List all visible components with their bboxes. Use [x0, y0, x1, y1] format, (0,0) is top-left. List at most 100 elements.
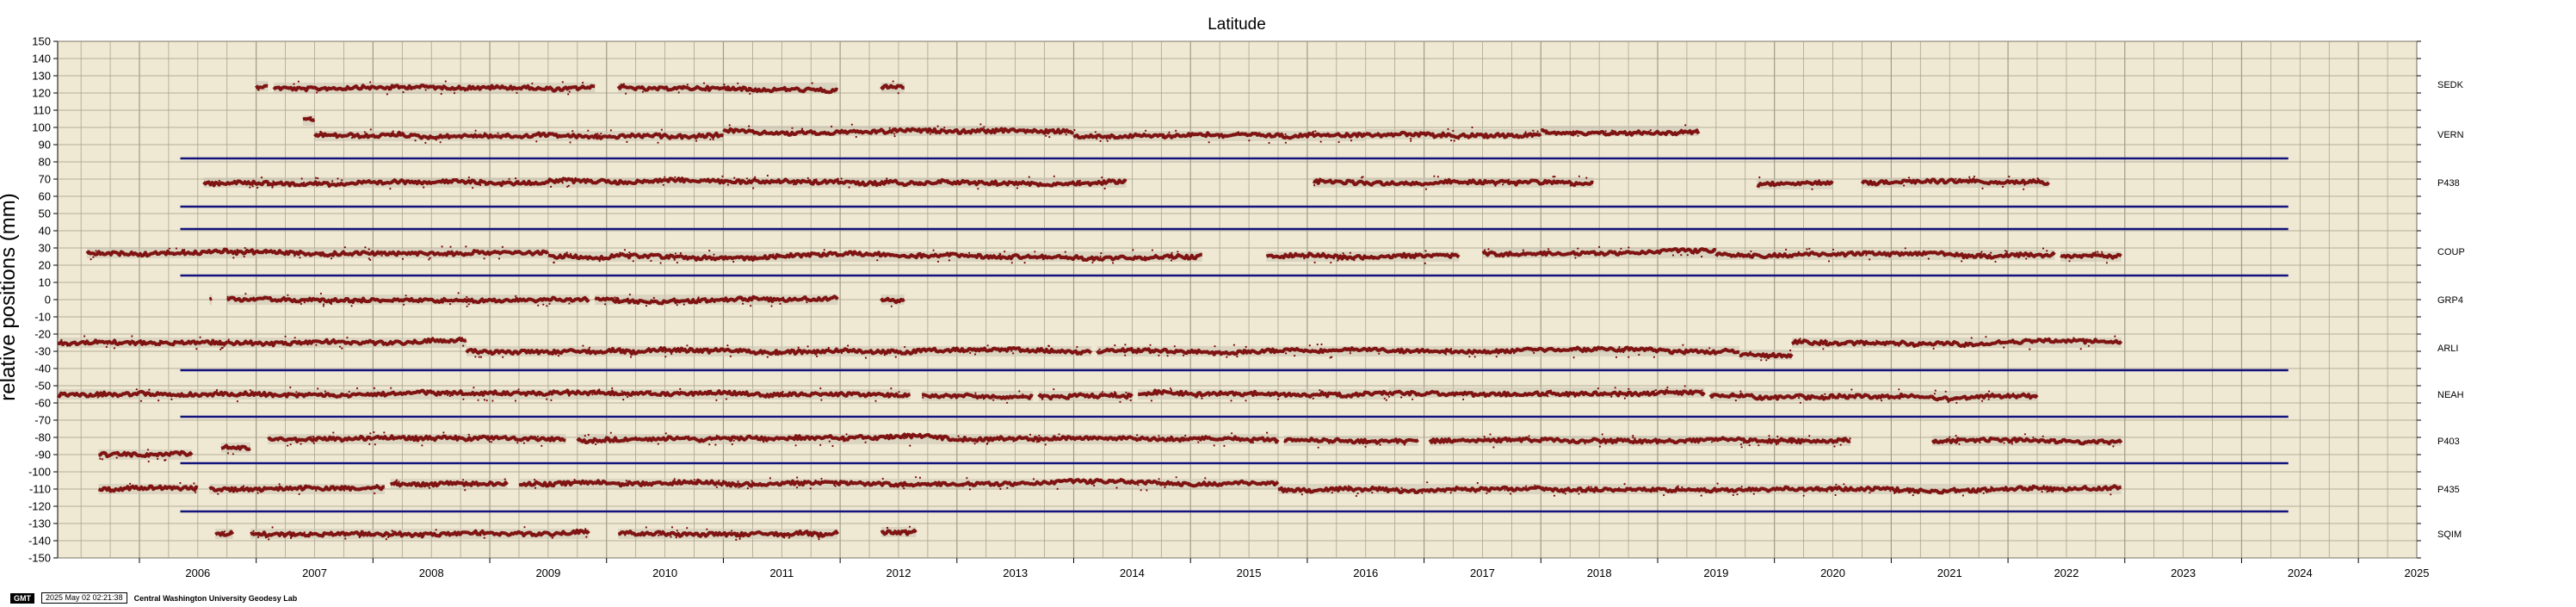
- data-point: [1839, 443, 1842, 446]
- data-point: [818, 538, 820, 541]
- data-point: [411, 181, 414, 183]
- data-point: [1982, 492, 1985, 495]
- data-point: [1822, 348, 1825, 350]
- data-point: [350, 182, 353, 184]
- data-point: [483, 399, 486, 401]
- data-point: [652, 254, 654, 257]
- data-trace: [880, 84, 905, 90]
- data-point: [403, 303, 405, 306]
- data-point: [679, 252, 683, 255]
- data-point: [1793, 342, 1795, 344]
- data-point: [1364, 445, 1367, 448]
- data-point: [608, 441, 612, 443]
- data-point: [95, 250, 97, 252]
- data-point: [1053, 175, 1055, 177]
- data-point: [374, 86, 376, 89]
- data-point: [217, 492, 219, 495]
- data-point: [834, 485, 837, 487]
- data-point: [1170, 259, 1173, 262]
- data-point: [1651, 391, 1654, 393]
- data-point: [319, 292, 322, 295]
- data-point: [1632, 435, 1634, 437]
- data-point: [1628, 387, 1630, 390]
- data-point: [565, 251, 568, 254]
- data-point: [1869, 492, 1871, 494]
- data-point: [146, 449, 150, 451]
- data-point: [903, 437, 905, 440]
- data-point: [2067, 486, 2070, 489]
- data-point: [992, 399, 995, 401]
- data-point: [1524, 131, 1527, 133]
- data-point: [1436, 255, 1439, 257]
- data-point: [2068, 260, 2071, 263]
- data-point: [818, 480, 820, 483]
- data-point: [1390, 439, 1393, 442]
- y-tick-label: 130: [32, 70, 51, 83]
- data-point: [1346, 348, 1349, 350]
- chart: Latitude relative positions (mm) 150 140 1…: [0, 15, 2465, 579]
- x-tick-label: 2022: [2054, 567, 2079, 579]
- data-point: [368, 248, 370, 251]
- data-point: [546, 398, 548, 400]
- data-point: [2046, 491, 2048, 493]
- x-tick-label: 2009: [535, 567, 560, 579]
- data-point: [358, 536, 361, 539]
- data-point: [369, 432, 372, 435]
- data-point: [752, 187, 755, 189]
- data-point: [908, 525, 911, 528]
- data-point: [969, 351, 972, 354]
- data-point: [385, 538, 387, 541]
- data-point: [1736, 493, 1739, 496]
- data-point: [806, 177, 809, 179]
- data-point: [66, 344, 69, 347]
- data-point: [1795, 339, 1797, 342]
- data-point: [1022, 393, 1024, 396]
- data-point: [561, 182, 564, 184]
- data-point: [1534, 484, 1536, 486]
- data-point: [1945, 441, 1949, 443]
- data-point: [389, 188, 392, 190]
- data-point: [1987, 398, 1990, 400]
- data-point: [1578, 492, 1580, 495]
- data-point: [542, 183, 545, 185]
- data-point: [1652, 356, 1655, 358]
- data-point: [1251, 441, 1255, 444]
- data-point: [1604, 130, 1607, 133]
- data-point: [1325, 133, 1327, 136]
- data-point: [1538, 183, 1541, 185]
- data-point: [527, 532, 529, 535]
- data-point: [986, 344, 989, 347]
- data-point: [549, 178, 552, 181]
- data-point: [1489, 433, 1492, 436]
- data-point: [1732, 493, 1734, 497]
- data-point: [1560, 439, 1563, 442]
- data-point: [1610, 129, 1614, 132]
- data-point: [390, 387, 392, 389]
- data-point: [454, 390, 456, 393]
- data-point: [484, 132, 486, 134]
- data-point: [738, 393, 740, 395]
- data-point: [287, 444, 289, 447]
- data-point: [1528, 393, 1530, 396]
- data-point: [375, 484, 379, 486]
- data-point: [1760, 359, 1763, 362]
- data-point: [883, 183, 886, 186]
- data-point: [1656, 490, 1659, 493]
- data-point: [531, 86, 534, 89]
- data-point: [1312, 397, 1314, 400]
- data-point: [2046, 250, 2048, 252]
- data-point: [754, 176, 757, 178]
- data-point: [1502, 183, 1504, 186]
- data-point: [2004, 253, 2006, 256]
- data-point: [812, 437, 815, 439]
- data-point: [223, 530, 226, 533]
- data-point: [355, 387, 359, 390]
- data-point: [1955, 435, 1957, 437]
- data-point: [226, 452, 230, 455]
- data-point: [928, 128, 930, 131]
- data-point: [1012, 352, 1015, 355]
- data-point: [1331, 356, 1333, 358]
- data-point: [2026, 252, 2029, 255]
- data-point: [1878, 182, 1881, 184]
- data-point: [1843, 395, 1845, 398]
